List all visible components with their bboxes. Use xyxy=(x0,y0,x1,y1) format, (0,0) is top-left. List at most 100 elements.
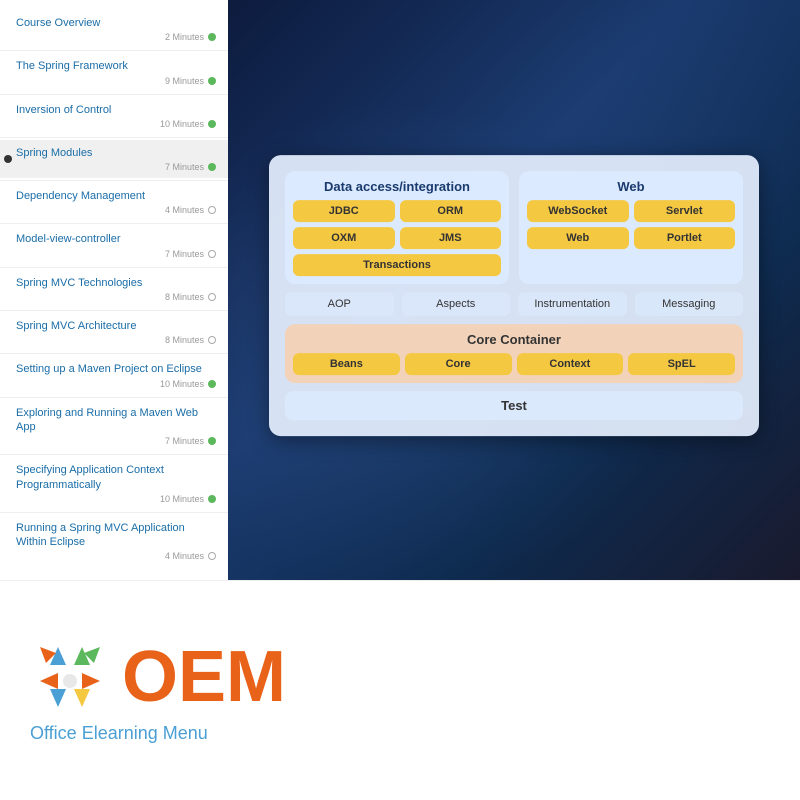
sidebar-item-duration: 10 Minutes xyxy=(160,494,204,504)
status-indicator xyxy=(208,206,216,214)
oem-icon xyxy=(30,637,110,717)
messaging-box: Messaging xyxy=(635,292,744,316)
oem-subtitle: Office Elearning Menu xyxy=(30,723,208,744)
sidebar-item-spring-mvc-technologies[interactable]: Spring MVC Technologies 8 Minutes xyxy=(0,270,228,308)
test-bar: Test xyxy=(285,391,743,420)
core-container: Core Container Beans Core Context SpEL xyxy=(285,324,743,383)
sidebar-item-title: Model-view-controller xyxy=(16,232,216,246)
sidebar-item-duration: 9 Minutes xyxy=(165,76,204,86)
sidebar-item-duration: 7 Minutes xyxy=(165,162,204,172)
sidebar-item-model-view-controller[interactable]: Model-view-controller 7 Minutes xyxy=(0,226,228,264)
context-box: Context xyxy=(517,353,624,375)
web-grid: WebSocket Servlet Web Portlet xyxy=(527,200,735,249)
diagram-top-row: Data access/integration JDBC ORM OXM JMS… xyxy=(285,171,743,284)
oxm-box: OXM xyxy=(293,227,395,249)
spel-box: SpEL xyxy=(628,353,735,375)
sidebar-item-duration: 10 Minutes xyxy=(160,119,204,129)
sidebar-divider xyxy=(0,353,228,354)
sidebar-item-title: Specifying Application Context Programma… xyxy=(16,463,216,492)
instrumentation-box: Instrumentation xyxy=(518,292,627,316)
servlet-box: Servlet xyxy=(634,200,736,222)
core-grid: Beans Core Context SpEL xyxy=(293,353,735,375)
oem-text-label: OEM xyxy=(122,641,286,713)
sidebar-item-title: Exploring and Running a Maven Web App xyxy=(16,406,216,435)
oem-logo: OEM Office Elearning Menu xyxy=(30,637,286,744)
aop-box: AOP xyxy=(285,292,394,316)
status-indicator xyxy=(208,495,216,503)
status-indicator xyxy=(208,250,216,258)
beans-box: Beans xyxy=(293,353,400,375)
sidebar-item-duration: 2 Minutes xyxy=(165,32,204,42)
sidebar-item-duration: 8 Minutes xyxy=(165,335,204,345)
sidebar-item-title: Dependency Management xyxy=(16,189,216,203)
status-indicator xyxy=(208,77,216,85)
sidebar-item-spring-mvc-architecture[interactable]: Spring MVC Architecture8 Minutes xyxy=(0,313,228,351)
sidebar-item-inversion-of-control[interactable]: Inversion of Control 10 Minutes xyxy=(0,97,228,135)
status-indicator xyxy=(208,552,216,560)
status-indicator xyxy=(208,163,216,171)
sidebar-item-title: The Spring Framework xyxy=(16,59,216,73)
sidebar-item-specifying-app-context[interactable]: Specifying Application Context Programma… xyxy=(0,457,228,510)
sidebar-divider xyxy=(0,180,228,181)
sidebar-divider xyxy=(0,137,228,138)
sidebar: Course Overview 2 Minutes The Spring Frame… xyxy=(0,0,228,580)
websocket-box: WebSocket xyxy=(527,200,629,222)
sidebar-item-title: Course Overview xyxy=(16,16,216,30)
status-indicator xyxy=(208,336,216,344)
aspects-box: Aspects xyxy=(402,292,511,316)
web-panel: Web WebSocket Servlet Web Portlet xyxy=(519,171,743,284)
sidebar-item-title: Inversion of Control xyxy=(16,103,216,117)
data-access-grid: JDBC ORM OXM JMS Transactions xyxy=(293,200,501,276)
sidebar-divider xyxy=(0,310,228,311)
sidebar-item-maven-project-eclipse[interactable]: Setting up a Maven Project on Eclipse 10 … xyxy=(0,356,228,394)
sidebar-item-spring-framework[interactable]: The Spring Framework 9 Minutes xyxy=(0,53,228,91)
status-indicator xyxy=(208,437,216,445)
oem-logo-top: OEM xyxy=(30,637,286,717)
sidebar-item-duration: 4 Minutes xyxy=(165,551,204,561)
sidebar-item-title: Running a Spring MVC Application Within … xyxy=(16,521,216,550)
sidebar-item-duration: 8 Minutes xyxy=(165,292,204,302)
middle-row: AOP Aspects Instrumentation Messaging xyxy=(285,292,743,316)
data-access-title: Data access/integration xyxy=(293,179,501,194)
sidebar-item-course-overview[interactable]: Course Overview 2 Minutes xyxy=(0,10,228,48)
transactions-box: Transactions xyxy=(293,254,501,276)
sidebar-item-dependency-management[interactable]: Dependency Management 4 Minutes xyxy=(0,183,228,221)
sidebar-item-title: Setting up a Maven Project on Eclipse xyxy=(16,362,216,376)
core-box: Core xyxy=(405,353,512,375)
video-area: Data access/integration JDBC ORM OXM JMS… xyxy=(228,0,800,580)
bottom-section: OEM Office Elearning Menu xyxy=(0,580,800,800)
sidebar-divider xyxy=(0,397,228,398)
sidebar-item-duration: 7 Minutes xyxy=(165,436,204,446)
sidebar-item-title: Spring MVC Technologies xyxy=(16,276,216,290)
status-indicator xyxy=(208,293,216,301)
top-section: Course Overview 2 Minutes The Spring Frame… xyxy=(0,0,800,580)
jms-box: JMS xyxy=(400,227,502,249)
data-access-panel: Data access/integration JDBC ORM OXM JMS… xyxy=(285,171,509,284)
web-box: Web xyxy=(527,227,629,249)
portlet-box: Portlet xyxy=(634,227,736,249)
sidebar-divider xyxy=(0,512,228,513)
status-indicator xyxy=(208,33,216,41)
sidebar-item-spring-modules[interactable]: Spring Modules 7 Minutes xyxy=(0,140,228,178)
sidebar-item-duration: 7 Minutes xyxy=(165,249,204,259)
sidebar-divider xyxy=(0,50,228,51)
main-container: Course Overview 2 Minutes The Spring Frame… xyxy=(0,0,800,800)
sidebar-item-duration: 10 Minutes xyxy=(160,379,204,389)
web-title: Web xyxy=(527,179,735,194)
sidebar-item-exploring-maven-webapp[interactable]: Exploring and Running a Maven Web App7 M… xyxy=(0,400,228,453)
core-container-title: Core Container xyxy=(293,332,735,347)
orm-box: ORM xyxy=(400,200,502,222)
sidebar-item-duration: 4 Minutes xyxy=(165,205,204,215)
jdbc-box: JDBC xyxy=(293,200,395,222)
sidebar-divider xyxy=(0,94,228,95)
sidebar-divider xyxy=(0,454,228,455)
sidebar-divider xyxy=(0,223,228,224)
status-indicator xyxy=(208,120,216,128)
spring-diagram: Data access/integration JDBC ORM OXM JMS… xyxy=(269,155,759,436)
oem-svg-icon xyxy=(30,637,110,717)
active-indicator xyxy=(4,155,12,163)
sidebar-item-title: Spring Modules xyxy=(16,146,216,160)
sidebar-item-running-spring-mvc[interactable]: Running a Spring MVC Application Within … xyxy=(0,515,228,568)
sidebar-divider xyxy=(0,267,228,268)
status-indicator xyxy=(208,380,216,388)
